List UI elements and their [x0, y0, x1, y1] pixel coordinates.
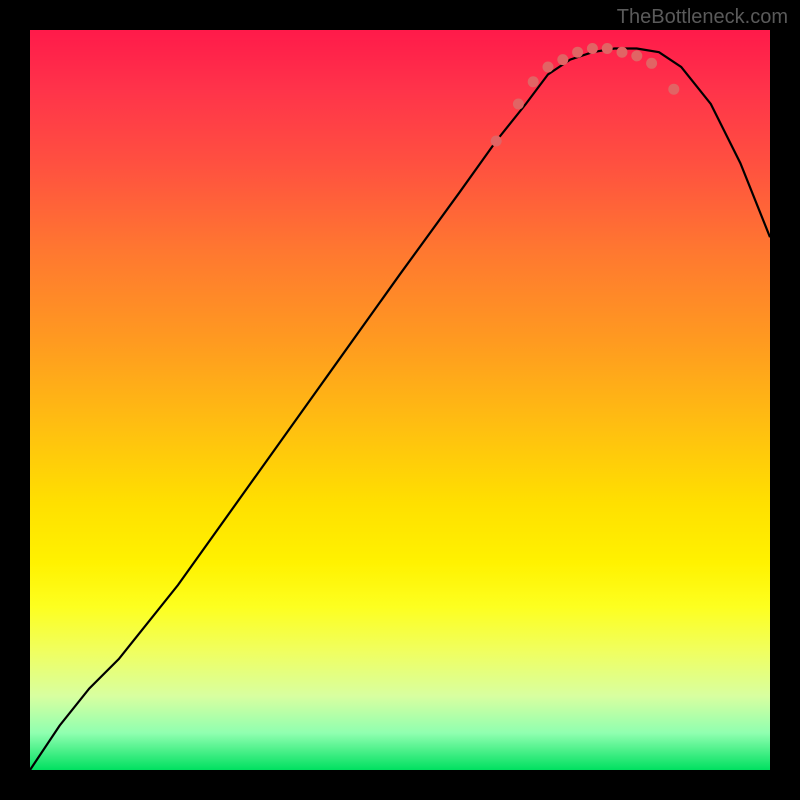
- plot-area: [30, 30, 770, 770]
- marker-dot: [587, 43, 598, 54]
- marker-dot: [513, 99, 524, 110]
- marker-dot: [557, 54, 568, 65]
- marker-dot: [631, 50, 642, 61]
- marker-dot: [668, 84, 679, 95]
- marker-dot: [491, 136, 502, 147]
- curve-svg: [30, 30, 770, 770]
- marker-dot: [602, 43, 613, 54]
- bottleneck-curve: [30, 49, 770, 771]
- marker-dot: [543, 62, 554, 73]
- marker-dot: [572, 47, 583, 58]
- marker-dot: [528, 76, 539, 87]
- watermark-text: TheBottleneck.com: [617, 6, 788, 29]
- marker-dot: [646, 58, 657, 69]
- marker-dot: [617, 47, 628, 58]
- marker-group: [491, 43, 680, 147]
